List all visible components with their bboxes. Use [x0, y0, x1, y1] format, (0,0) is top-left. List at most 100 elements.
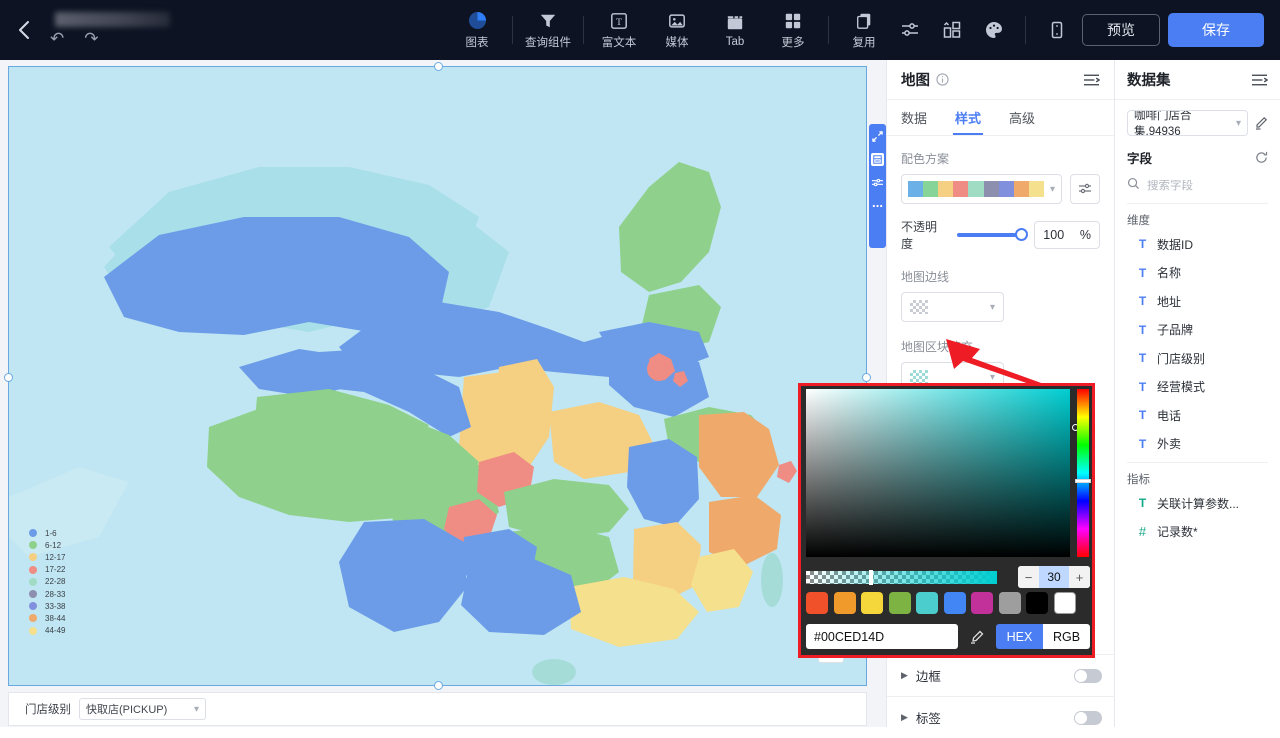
resize-handle-right[interactable]	[862, 373, 871, 382]
mode-hex-button[interactable]: HEX	[996, 624, 1043, 649]
preset-swatch-yellow[interactable]	[861, 592, 883, 614]
legend-label: 17-22	[45, 565, 66, 575]
alpha-decrement-button[interactable]: −	[1018, 566, 1039, 588]
sliders-icon[interactable]	[871, 176, 884, 189]
back-chevron-icon[interactable]	[14, 19, 34, 41]
preset-swatch-white[interactable]	[1053, 592, 1076, 614]
tool-query-widget[interactable]: 查询组件	[524, 2, 572, 58]
alpha-increment-button[interactable]: +	[1069, 566, 1090, 588]
tool-chart[interactable]: 图表	[453, 2, 501, 58]
text-type-icon: T	[1138, 265, 1147, 280]
widget-quick-toolbar	[869, 124, 886, 248]
tool-more[interactable]: 更多	[769, 2, 817, 58]
eyedropper-icon[interactable]	[966, 629, 988, 645]
field-search-row[interactable]	[1127, 173, 1268, 199]
alpha-stepper[interactable]: − 30 +	[1018, 566, 1090, 588]
field-item-name[interactable]: T 名称	[1127, 259, 1268, 288]
info-circle-icon[interactable]	[936, 73, 949, 86]
preset-swatch-black[interactable]	[1026, 592, 1048, 614]
map-widget-card[interactable]: 地图	[4, 62, 871, 690]
toolbar-divider	[1025, 16, 1026, 44]
preview-button[interactable]: 预览	[1082, 14, 1160, 46]
divider	[1127, 462, 1268, 463]
field-item-business-mode[interactable]: T 经营模式	[1127, 373, 1268, 402]
section-border[interactable]: ▶ 边框	[887, 654, 1116, 696]
field-item-sub-brand[interactable]: T 子品牌	[1127, 316, 1268, 345]
tool-media-label: 媒体	[665, 36, 689, 49]
tool-reuse[interactable]: 复用	[840, 2, 888, 58]
tab-style[interactable]: 样式	[953, 100, 984, 135]
pencil-edit-icon[interactable]	[1254, 116, 1268, 130]
alpha-slider[interactable]	[806, 569, 997, 585]
field-search-input[interactable]	[1147, 180, 1257, 192]
field-item-address[interactable]: T 地址	[1127, 287, 1268, 316]
more-dots-icon[interactable]	[871, 199, 884, 212]
dimension-group-label: 维度	[1127, 215, 1150, 227]
sliders-settings-icon[interactable]	[893, 13, 927, 47]
dataset-select[interactable]: 咖啡门店合集,94936 ▾	[1127, 110, 1248, 136]
field-item-data-id[interactable]: T 数据ID	[1127, 230, 1268, 259]
china-choropleth-map[interactable]	[9, 67, 866, 685]
field-item-store-level[interactable]: T 门店级别	[1127, 344, 1268, 373]
tab-data[interactable]: 数据	[901, 100, 927, 135]
field-name: 电话	[1157, 408, 1182, 423]
color-mode-segmented: HEX RGB	[996, 624, 1090, 649]
filter-value-select[interactable]: 快取店(PICKUP) ▾	[79, 698, 206, 720]
toolbar-divider	[512, 16, 513, 44]
preset-swatch-blue[interactable]	[943, 592, 966, 614]
hue-slider-handle[interactable]	[1075, 479, 1091, 483]
expand-icon[interactable]	[871, 130, 884, 143]
layout-icon[interactable]	[871, 153, 884, 166]
tool-media[interactable]: 媒体	[653, 2, 701, 58]
alpha-slider-handle[interactable]	[869, 569, 873, 585]
mode-rgb-button[interactable]: RGB	[1043, 624, 1090, 649]
alpha-value[interactable]: 30	[1039, 566, 1069, 588]
preset-swatch-teal[interactable]	[916, 592, 938, 614]
chevron-down-icon: ▾	[1049, 183, 1055, 195]
hue-slider[interactable]	[1077, 389, 1089, 557]
opacity-slider[interactable]	[956, 228, 1029, 242]
field-item-phone[interactable]: T 电话	[1127, 401, 1268, 430]
tool-rich-text[interactable]: T 富文本	[595, 2, 643, 58]
save-button[interactable]: 保存	[1168, 13, 1264, 47]
section-label-toggle[interactable]	[1074, 710, 1102, 725]
tab-panel-icon	[726, 13, 744, 33]
color-picker-popup[interactable]: − 30 + #00CED14D HEX RGB	[798, 383, 1095, 658]
panel-menu-icon[interactable]	[1251, 73, 1268, 87]
filter-field-label: 门店级别	[25, 704, 71, 716]
tool-tab[interactable]: Tab	[711, 2, 759, 58]
section-border-toggle[interactable]	[1074, 668, 1102, 683]
hex-color-input[interactable]: #00CED14D	[806, 624, 958, 649]
field-name: 经营模式	[1157, 380, 1206, 395]
mobile-preview-icon[interactable]	[1040, 13, 1074, 47]
palette-theme-icon[interactable]	[977, 13, 1011, 47]
legend-label: 12-17	[45, 552, 66, 562]
layout-blocks-icon[interactable]	[935, 13, 969, 47]
opacity-slider-knob[interactable]	[1015, 228, 1029, 241]
opacity-input[interactable]: 100 %	[1034, 221, 1100, 249]
refresh-icon[interactable]	[1255, 151, 1268, 164]
field-item-calc-param[interactable]: T 关联计算参数...	[1127, 489, 1268, 518]
text-type-icon: T	[1138, 294, 1147, 309]
undo-icon[interactable]: ↶	[50, 30, 64, 47]
tab-advanced[interactable]: 高级	[1009, 100, 1035, 135]
preset-swatch-gray[interactable]	[998, 592, 1021, 614]
preset-swatch-green[interactable]	[888, 592, 911, 614]
section-label[interactable]: ▶ 标签	[887, 696, 1116, 738]
map-border-color-select[interactable]: ▾	[901, 292, 1004, 322]
resize-handle-bottom[interactable]	[434, 681, 443, 690]
preset-swatch-orange-red[interactable]	[806, 592, 828, 614]
scheme-settings-icon[interactable]	[1070, 174, 1100, 204]
resize-handle-left[interactable]	[4, 373, 13, 382]
saturation-value-area[interactable]	[806, 389, 1079, 557]
panel-menu-icon[interactable]	[1083, 73, 1100, 87]
fields-section-header: 字段	[1127, 148, 1268, 167]
preset-swatch-orange[interactable]	[833, 592, 856, 614]
field-item-record-count[interactable]: # 记录数*	[1127, 518, 1268, 547]
redo-icon[interactable]: ↷	[84, 30, 98, 47]
resize-handle-top[interactable]	[434, 62, 443, 71]
field-item-takeout[interactable]: T 外卖	[1127, 430, 1268, 459]
color-scheme-select[interactable]: ▾	[901, 174, 1062, 204]
chevron-right-icon: ▶	[901, 670, 908, 680]
preset-swatch-magenta[interactable]	[971, 592, 993, 614]
